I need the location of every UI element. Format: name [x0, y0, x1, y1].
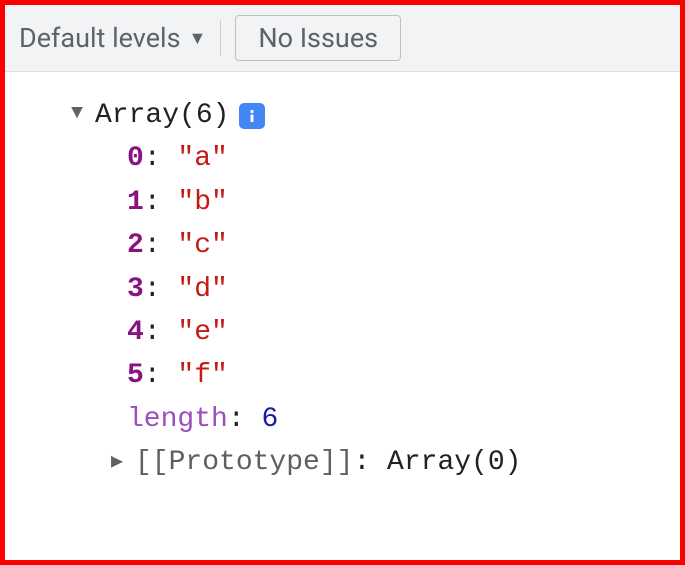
array-item-row: 4: "e": [5, 311, 680, 354]
length-value: 6: [261, 398, 278, 441]
colon: :: [144, 268, 178, 311]
colon: :: [144, 354, 178, 397]
levels-dropdown[interactable]: Default levels ▼: [19, 22, 206, 54]
array-item-row: 1: "b": [5, 181, 680, 224]
colon: :: [144, 137, 178, 180]
prototype-value: Array(0): [387, 441, 521, 484]
array-value: "d": [177, 268, 227, 311]
prototype-row[interactable]: ▶[[Prototype]]: Array(0): [5, 441, 680, 484]
prototype-key: [[Prototype]]: [135, 441, 353, 484]
array-value: "a": [177, 137, 227, 180]
array-summary-row[interactable]: ▼ Array(6): [5, 94, 680, 137]
disclosure-triangle-down-icon[interactable]: ▼: [71, 98, 89, 129]
colon: :: [144, 181, 178, 224]
array-index: 3: [127, 268, 144, 311]
array-index: 1: [127, 181, 144, 224]
levels-label: Default levels: [19, 22, 181, 54]
length-row: length: 6: [5, 398, 680, 441]
array-value: "c": [177, 224, 227, 267]
array-value: "f": [177, 354, 227, 397]
array-index: 0: [127, 137, 144, 180]
array-value: "b": [177, 181, 227, 224]
array-index: 4: [127, 311, 144, 354]
array-item-row: 0: "a": [5, 137, 680, 180]
array-value: "e": [177, 311, 227, 354]
colon: :: [228, 398, 262, 441]
array-index: 5: [127, 354, 144, 397]
array-index: 2: [127, 224, 144, 267]
console-toolbar: Default levels ▼ No Issues: [5, 5, 680, 72]
issues-button[interactable]: No Issues: [235, 15, 401, 61]
colon: :: [353, 441, 387, 484]
colon: :: [144, 311, 178, 354]
console-output: ▼ Array(6) 0: "a" 1: "b" 2: "c" 3: "d" 4…: [5, 72, 680, 485]
array-summary: Array(6): [95, 94, 229, 137]
array-item-row: 3: "d": [5, 268, 680, 311]
info-icon[interactable]: [239, 103, 265, 129]
colon: :: [144, 224, 178, 267]
length-key: length: [127, 398, 228, 441]
toolbar-divider: [220, 20, 221, 56]
disclosure-triangle-right-icon[interactable]: ▶: [111, 447, 129, 478]
array-item-row: 5: "f": [5, 354, 680, 397]
array-item-row: 2: "c": [5, 224, 680, 267]
chevron-down-icon: ▼: [189, 28, 207, 49]
